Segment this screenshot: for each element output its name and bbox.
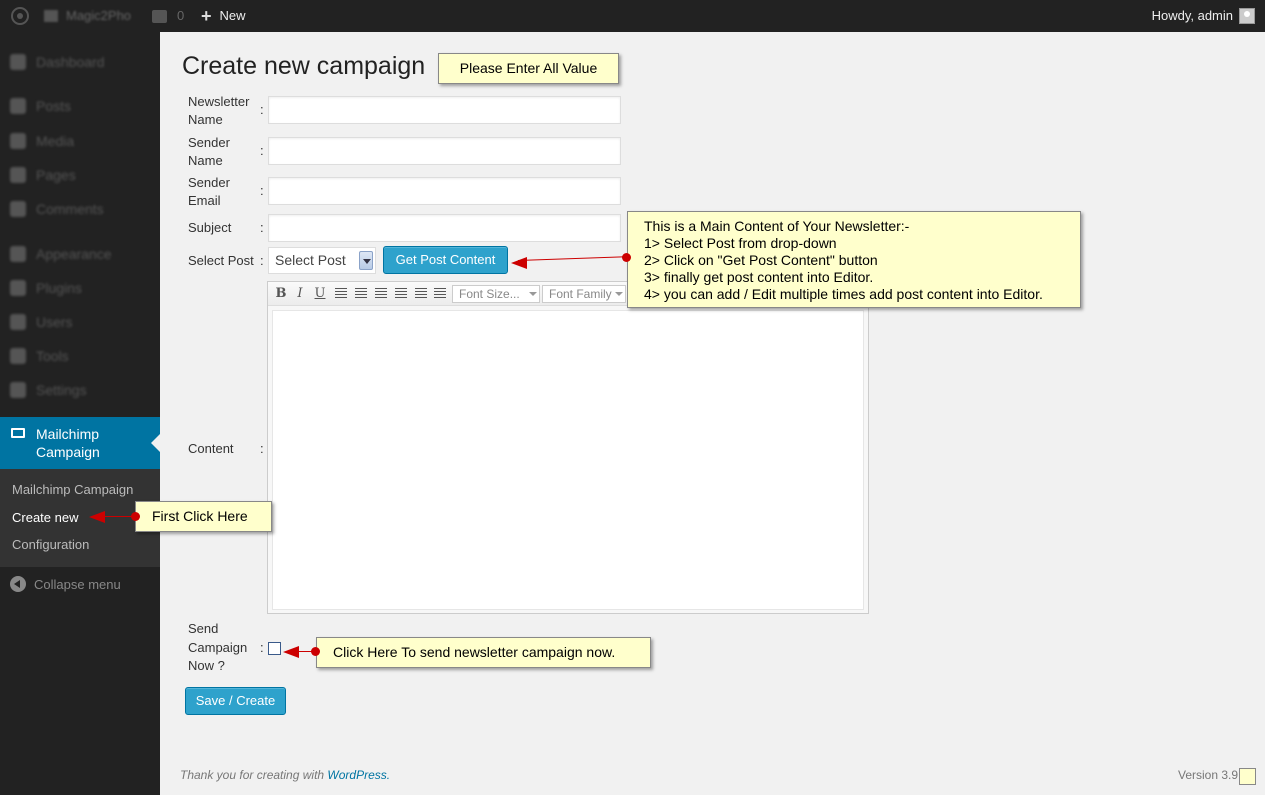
send-campaign-now-label: Send Campaign Now ? xyxy=(188,621,248,673)
arrow-dot xyxy=(622,253,631,262)
save-create-button[interactable]: Save / Create xyxy=(185,687,286,715)
site-name-link[interactable]: Magic2Pho xyxy=(44,0,131,32)
field-colon: : xyxy=(260,441,264,456)
sender-name-input[interactable] xyxy=(268,137,621,165)
active-menu-pointer xyxy=(151,434,160,452)
chevron-down-icon xyxy=(359,251,373,270)
unordered-list-icon[interactable] xyxy=(434,288,446,299)
collapse-arrow-icon xyxy=(10,576,26,592)
align-justify-icon[interactable] xyxy=(395,288,407,299)
underline-button[interactable]: U xyxy=(312,286,328,302)
new-content-link[interactable]: + New xyxy=(201,0,246,32)
annotation-marker xyxy=(1239,768,1256,785)
sidebar-item-tools[interactable]: Tools xyxy=(10,346,69,366)
plus-icon: + xyxy=(201,6,212,26)
dashboard-icon xyxy=(10,54,26,70)
send-now-checkbox[interactable] xyxy=(268,642,281,655)
sidebar-item-settings[interactable]: Settings xyxy=(10,380,87,400)
avatar xyxy=(1239,8,1255,24)
wrench-icon xyxy=(10,348,26,364)
align-right-icon[interactable] xyxy=(375,288,387,299)
my-account-link[interactable]: Howdy, admin xyxy=(1152,0,1255,32)
footer-thanks: Thank you for creating with WordPress. xyxy=(180,768,391,782)
align-center-icon[interactable] xyxy=(355,288,367,299)
content-editor: B I U Font Size... Font Family xyxy=(267,281,869,614)
sidebar-item-comments[interactable]: Comments xyxy=(10,199,104,219)
collapse-menu-button[interactable]: Collapse menu xyxy=(10,576,121,592)
select-post-dropdown[interactable]: Select Post xyxy=(268,247,376,274)
sidebar-item-media[interactable]: Media xyxy=(10,131,74,151)
admin-bar: Magic2Pho 0 + New Howdy, admin xyxy=(0,0,1265,32)
content-label: Content xyxy=(188,441,234,456)
sender-name-label: Sender Name xyxy=(188,135,230,168)
field-colon: : xyxy=(260,143,264,158)
newsletter-name-label: Newsletter Name xyxy=(188,94,250,127)
chevron-down-icon xyxy=(529,292,537,296)
field-colon: : xyxy=(260,102,264,117)
align-left-icon[interactable] xyxy=(335,288,347,299)
comment-bubble-icon xyxy=(152,9,167,23)
italic-button[interactable]: I xyxy=(292,286,308,302)
user-icon xyxy=(10,314,26,330)
callout-send-now: Click Here To send newsletter campaign n… xyxy=(316,637,651,668)
get-post-content-button[interactable]: Get Post Content xyxy=(383,246,508,274)
submenu-item-create-new[interactable]: Create new xyxy=(12,510,78,525)
submenu-item-mailchimp-campaign[interactable]: Mailchimp Campaign xyxy=(12,482,133,497)
comments-link[interactable]: 0 xyxy=(152,0,184,32)
home-icon xyxy=(44,10,58,22)
newsletter-name-input[interactable] xyxy=(268,96,621,124)
field-colon: : xyxy=(260,253,264,268)
sender-email-label: Sender Email xyxy=(188,175,230,208)
arrow-head-icon xyxy=(283,646,299,658)
settings-icon xyxy=(10,382,26,398)
ordered-list-icon[interactable] xyxy=(415,288,427,299)
brush-icon xyxy=(10,246,26,262)
editor-content-area[interactable] xyxy=(272,310,864,610)
bold-button[interactable]: B xyxy=(273,286,289,302)
callout-main-content: This is a Main Content of Your Newslette… xyxy=(627,211,1081,308)
sidebar-item-users[interactable]: Users xyxy=(10,312,73,332)
submenu-item-configuration[interactable]: Configuration xyxy=(12,537,89,552)
callout-first-click: First Click Here xyxy=(135,501,272,532)
sidebar-item-posts[interactable]: Posts xyxy=(10,96,71,116)
callout-enter-all-value: Please Enter All Value xyxy=(438,53,619,84)
field-colon: : xyxy=(260,640,264,655)
select-post-label: Select Post xyxy=(188,253,254,268)
font-size-select[interactable]: Font Size... xyxy=(452,285,540,303)
pages-icon xyxy=(10,167,26,183)
font-family-select[interactable]: Font Family xyxy=(542,285,626,303)
arrow-head-icon xyxy=(89,511,105,523)
sender-email-input[interactable] xyxy=(268,177,621,205)
page-title: Create new campaign xyxy=(182,52,426,80)
media-icon xyxy=(10,133,26,149)
pin-icon xyxy=(10,98,26,114)
field-colon: : xyxy=(260,220,264,235)
wordpress-link[interactable]: WordPress. xyxy=(327,768,390,782)
sidebar-item-appearance[interactable]: Appearance xyxy=(10,244,112,264)
arrow-head-icon xyxy=(511,257,527,269)
comment-icon xyxy=(10,201,26,217)
field-colon: : xyxy=(260,183,264,198)
arrow-line xyxy=(517,256,626,261)
sidebar-item-mailchimp-campaign[interactable]: Mailchimp Campaign xyxy=(0,417,160,469)
arrow-dot xyxy=(131,512,140,521)
subject-input[interactable] xyxy=(268,214,621,242)
sidebar-item-pages[interactable]: Pages xyxy=(10,165,76,185)
sidebar-item-dashboard[interactable]: Dashboard xyxy=(10,52,105,72)
chevron-down-icon xyxy=(615,292,623,296)
wordpress-logo-icon[interactable] xyxy=(11,0,29,32)
callout-line: 1> Select Post from drop-down xyxy=(644,235,837,251)
arrow-dot xyxy=(311,647,320,656)
callout-line: 4> you can add / Edit multiple times add… xyxy=(644,286,1043,302)
admin-sidebar: Dashboard Posts Media Pages Comments App… xyxy=(0,32,160,795)
sidebar-item-plugins[interactable]: Plugins xyxy=(10,278,82,298)
footer-version: Version 3.9 xyxy=(1178,768,1239,782)
subject-label: Subject xyxy=(188,220,232,235)
callout-line: 3> finally get post content into Editor. xyxy=(644,269,874,285)
callout-line: This is a Main Content of Your Newslette… xyxy=(644,218,910,234)
plug-icon xyxy=(10,280,26,296)
callout-line: 2> Click on "Get Post Content" button xyxy=(644,252,878,268)
envelope-icon xyxy=(11,428,25,438)
